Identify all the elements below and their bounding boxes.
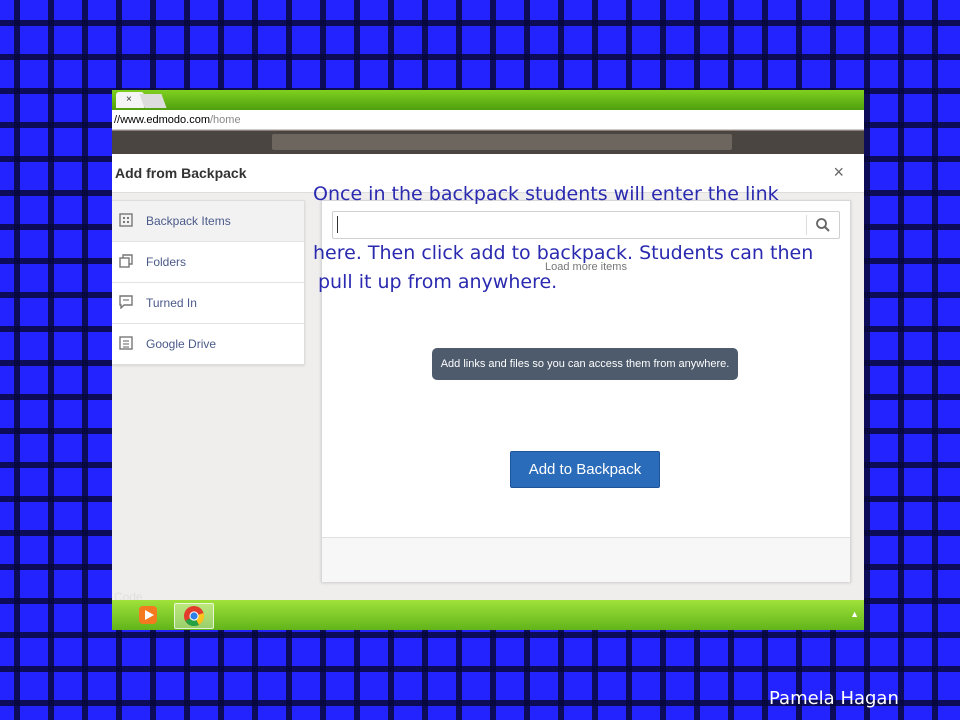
windows-taskbar: ▲: [112, 600, 864, 630]
sidebar-item-label: Turned In: [146, 296, 197, 310]
annotation-line-1: Once in the backpack students will enter…: [313, 183, 779, 205]
comment-icon: [119, 295, 133, 309]
sidebar-item-label: Backpack Items: [146, 214, 231, 228]
search-divider: [806, 215, 807, 235]
sidebar-item-folders[interactable]: Folders: [112, 242, 304, 283]
screenshot-frame: × //www.edmodo.com/home Add from Backpac…: [112, 90, 864, 630]
chrome-taskbar-button[interactable]: [174, 603, 214, 629]
add-from-backpack-modal: Add from Backpack × Backpack Items Folde…: [112, 154, 864, 630]
text-cursor: [337, 216, 338, 233]
search-icon[interactable]: [815, 217, 831, 233]
sidebar-item-backpack-items[interactable]: Backpack Items: [112, 201, 304, 242]
sidebar-item-label: Folders: [146, 255, 187, 269]
browser-tab-bar: ×: [112, 90, 864, 110]
sidebar-item-turned-in[interactable]: Turned In: [112, 283, 304, 324]
address-bar[interactable]: //www.edmodo.com/home: [112, 110, 864, 130]
modal-title: Add from Backpack: [115, 165, 247, 181]
backpack-search-input[interactable]: [332, 211, 840, 239]
document-icon: [119, 336, 133, 350]
sidebar-item-google-drive[interactable]: Google Drive: [112, 324, 304, 364]
folders-icon: [119, 254, 133, 268]
tab-close-icon[interactable]: ×: [116, 94, 132, 105]
annotation-line-2: here. Then click add to backpack. Studen…: [313, 242, 814, 264]
close-icon[interactable]: ×: [833, 162, 844, 183]
add-to-backpack-button[interactable]: Add to Backpack: [510, 451, 660, 488]
panel-footer: [322, 537, 850, 582]
new-tab-button[interactable]: [139, 94, 167, 108]
url-path: /home: [209, 114, 241, 126]
edmodo-app-bar: [112, 131, 864, 154]
media-player-icon: [139, 606, 157, 624]
url-host: //www.edmodo.com: [114, 114, 210, 126]
media-player-taskbar-button[interactable]: [136, 603, 162, 627]
tray-up-arrow-icon[interactable]: ▲: [850, 609, 859, 619]
author-credit: Pamela Hagan: [769, 688, 899, 709]
backpack-sidebar: Backpack Items Folders Turned In Google …: [112, 200, 305, 365]
annotation-line-3: pull it up from anywhere.: [318, 271, 558, 293]
sidebar-item-label: Google Drive: [146, 337, 217, 351]
app-search-bar: [272, 134, 732, 150]
tooltip: Add links and files so you can access th…: [432, 348, 738, 380]
chrome-icon: [184, 606, 205, 627]
grid-icon: [119, 213, 133, 227]
